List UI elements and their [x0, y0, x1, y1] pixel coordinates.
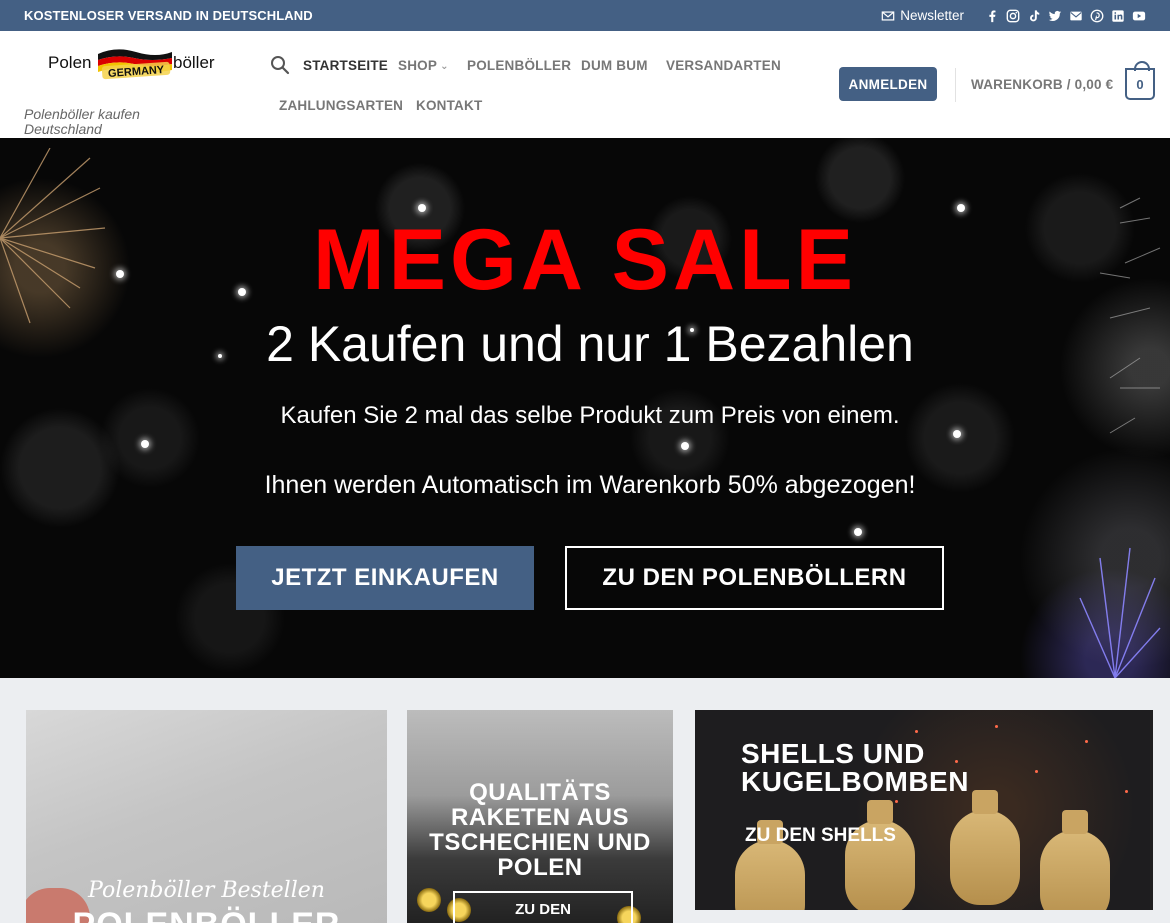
youtube-icon[interactable] [1132, 9, 1146, 23]
svg-text:GERMANY: GERMANY [108, 64, 166, 80]
tile-raketen-title: QUALITÄTS RAKETEN AUS TSCHECHIEN UND POL… [429, 779, 651, 881]
cart-icon[interactable]: 0 [1125, 61, 1155, 100]
tiktok-icon[interactable] [1027, 9, 1041, 23]
top-bar-right: Newsletter [881, 8, 1146, 23]
polenboller-button[interactable]: ZU DEN POLENBÖLLERN [565, 546, 944, 610]
tile-polenboller-title: POLENBÖLLER [26, 906, 387, 923]
site-tagline: Polenböller kaufen Deutschland [24, 106, 140, 137]
nav-kontakt[interactable]: KONTAKT [416, 98, 482, 113]
tile-raketen-button[interactable]: ZU DEN [453, 891, 633, 923]
nav-startseite[interactable]: STARTSEITE [303, 58, 388, 73]
linkedin-icon[interactable] [1111, 9, 1125, 23]
header-divider [955, 68, 956, 102]
chevron-down-icon: ⌄ [440, 61, 449, 72]
newsletter-link[interactable]: Newsletter [881, 8, 964, 23]
tile-shells[interactable]: SHELLS UND KUGELBOMBEN ZU DEN SHELLS [695, 710, 1153, 910]
firework-blue-decoration [1079, 547, 1161, 678]
logo-text-right: böller [173, 53, 215, 72]
shipping-promo: KOSTENLOSER VERSAND IN DEUTSCHLAND [24, 8, 313, 23]
newsletter-label: Newsletter [900, 8, 964, 23]
nav-zahlungsarten[interactable]: ZAHLUNGSARTEN [279, 98, 403, 113]
product-photo-decoration [417, 888, 441, 912]
cart-count: 0 [1136, 76, 1144, 92]
nav-shop-label: SHOP [398, 58, 438, 73]
twitter-icon[interactable] [1048, 9, 1062, 23]
germany-flag-logo: GERMANY [98, 49, 172, 80]
email-icon[interactable] [1069, 9, 1083, 23]
tile-shells-title: SHELLS UND KUGELBOMBEN [741, 738, 969, 797]
sparkle [915, 730, 918, 733]
site-header: Polen GERMANY böller Polenböller kaufen … [0, 31, 1170, 138]
sparkle [854, 528, 862, 536]
nav-polenboller[interactable]: POLENBÖLLER [467, 58, 571, 73]
sparkle [895, 800, 898, 803]
sparkle [681, 442, 689, 450]
hero-banner: MEGA SALE 2 Kaufen und nur 1 Bezahlen Ka… [0, 138, 1170, 678]
nav-shop[interactable]: SHOP ⌄ [398, 58, 449, 73]
site-logo[interactable]: Polen GERMANY böller [46, 43, 222, 87]
hero-subtitle: 2 Kaufen und nur 1 Bezahlen [266, 316, 914, 372]
pinterest-icon[interactable] [1090, 9, 1104, 23]
shell-photo-decoration [1040, 810, 1110, 910]
login-button[interactable]: ANMELDEN [839, 67, 937, 101]
hero-text-line-1: Kaufen Sie 2 mal das selbe Produkt zum P… [280, 402, 900, 429]
hero-text-line-2: Ihnen werden Automatisch im Warenkorb 50… [264, 471, 916, 499]
tile-polenboller-script: Polenböller Bestellen [88, 878, 325, 903]
facebook-icon[interactable] [985, 9, 999, 23]
tile-shells-link[interactable]: ZU DEN SHELLS [745, 825, 896, 847]
shop-now-button[interactable]: JETZT EINKAUFEN [236, 546, 534, 610]
nav-dum-bum[interactable]: DUM BUM [581, 58, 648, 73]
sparkle [995, 725, 998, 728]
tile-polenboller[interactable]: Polenböller Bestellen POLENBÖLLER [26, 710, 387, 923]
tile-raketen[interactable]: QUALITÄTS RAKETEN AUS TSCHECHIEN UND POL… [407, 710, 673, 923]
hero-title: MEGA SALE [312, 212, 858, 308]
nav-versandarten[interactable]: VERSANDARTEN [666, 58, 781, 73]
envelope-icon [881, 9, 895, 23]
instagram-icon[interactable] [1006, 9, 1020, 23]
cart-link[interactable]: WARENKORB / 0,00 € [971, 77, 1113, 92]
top-bar: KOSTENLOSER VERSAND IN DEUTSCHLAND Newsl… [0, 0, 1170, 31]
shell-photo-decoration [735, 820, 805, 910]
search-icon[interactable] [270, 55, 290, 75]
logo-text-left: Polen [48, 53, 92, 72]
sparkle [141, 440, 149, 448]
shell-photo-decoration [950, 790, 1020, 905]
